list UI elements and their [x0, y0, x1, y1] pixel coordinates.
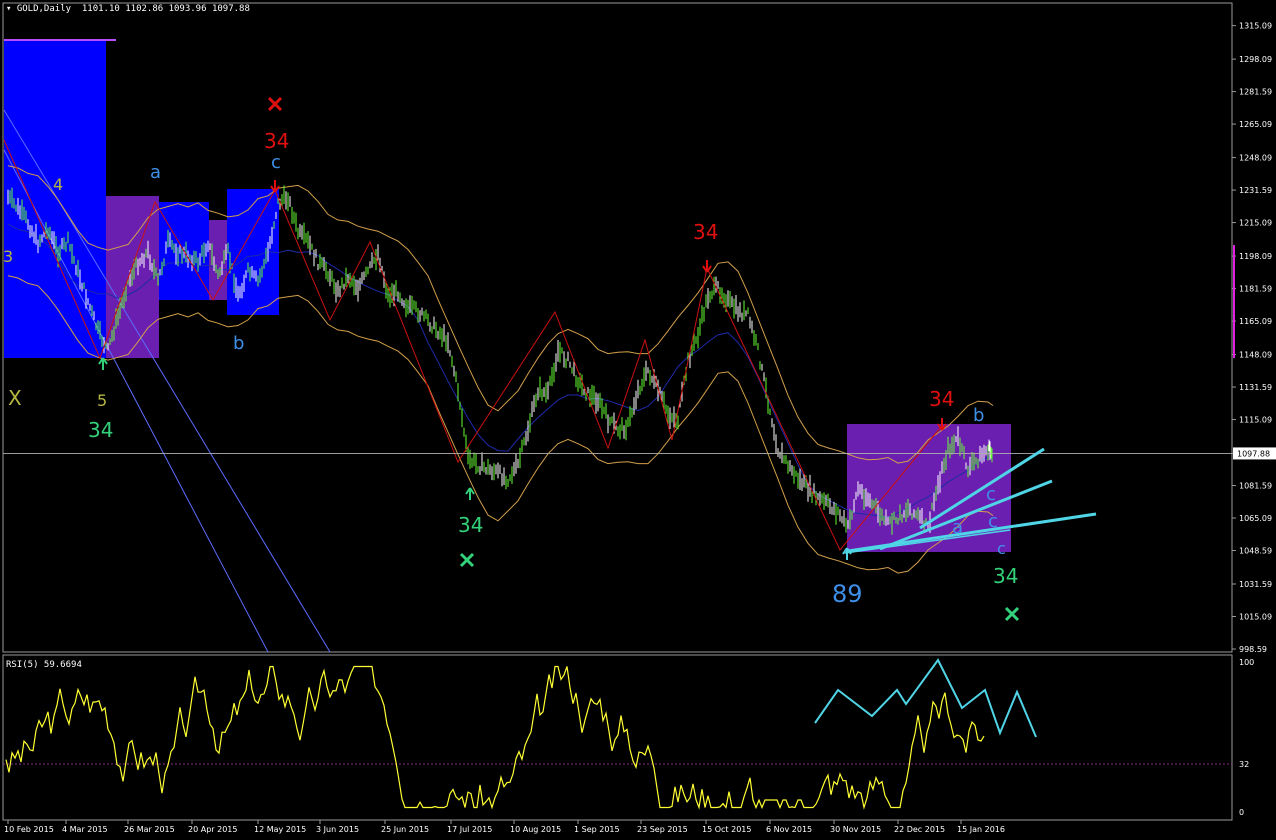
wave-label: c — [988, 511, 998, 532]
wave-label: a — [150, 162, 161, 183]
cross-marker-icon — [1004, 606, 1020, 622]
price-tick-label: 1015.09 — [1239, 613, 1272, 622]
rsi-level-label: 0 — [1239, 808, 1244, 817]
price-tick-label: 998.59 — [1239, 645, 1267, 654]
date-tick-label: 26 Mar 2015 — [124, 825, 175, 834]
price-tick-label: 1231.59 — [1239, 186, 1272, 195]
date-tick-label: 3 Jun 2015 — [316, 825, 359, 834]
date-tick-label: 20 Apr 2015 — [188, 825, 237, 834]
price-tick-label: 1248.09 — [1239, 154, 1272, 163]
price-tick-label: 1181.59 — [1239, 285, 1272, 294]
price-tick-label: 1131.59 — [1239, 383, 1272, 392]
date-tick-label: 30 Nov 2015 — [830, 825, 881, 834]
date-tick-label: 22 Dec 2015 — [894, 825, 945, 834]
date-tick-label: 25 Jun 2015 — [381, 825, 429, 834]
rsi-line — [5, 665, 985, 810]
price-tick-label: 1281.59 — [1239, 88, 1272, 97]
cross-marker-icon — [459, 552, 475, 568]
rsi-level-label: 100 — [1239, 658, 1254, 667]
date-tick-label: 6 Nov 2015 — [766, 825, 812, 834]
rsi-label: RSI(5) 59.6694 — [6, 660, 82, 670]
wave-label: 34 — [88, 418, 113, 442]
date-tick-label: 1 Sep 2015 — [574, 825, 620, 834]
rsi-level-label: 32 — [1239, 760, 1249, 769]
wave-label: b — [973, 405, 984, 426]
price-tick-label: 1081.59 — [1239, 482, 1272, 491]
open-value: 1101.10 — [81, 4, 120, 14]
wave-label: 4 — [53, 175, 63, 194]
wave-label: 3 — [3, 247, 13, 266]
date-tick-label: 12 May 2015 — [254, 825, 306, 834]
price-tick-label: 1298.09 — [1239, 55, 1272, 64]
wave-label: 34 — [458, 513, 483, 537]
price-tick-label: 1215.09 — [1239, 219, 1272, 228]
date-tick-label: 10 Feb 2015 — [4, 825, 54, 834]
cross-marker-icon — [267, 96, 283, 112]
current-price-tag-label: 1097.88 — [1237, 449, 1270, 458]
price-tick-label: 1148.09 — [1239, 351, 1272, 360]
wave-label: c — [986, 484, 996, 505]
wave-label: c — [271, 152, 281, 173]
close-value: 1097.88 — [211, 4, 250, 14]
date-tick-label: 23 Sep 2015 — [637, 825, 688, 834]
high-value: 1102.86 — [125, 4, 164, 14]
price-tick-label: 1048.59 — [1239, 547, 1272, 556]
date-tick-label: 15 Jan 2016 — [957, 825, 1005, 834]
wave-label: 34 — [929, 387, 954, 411]
price-tick-label: 1265.09 — [1239, 120, 1272, 129]
rsi-pane-frame — [2, 654, 1233, 821]
price-tick-label: 1315.09 — [1239, 22, 1272, 31]
wave-label: 89 — [832, 580, 863, 608]
wave-arrow-icon — [465, 487, 475, 500]
wave-label: X — [8, 386, 22, 410]
wave-label: b — [233, 333, 244, 354]
symbol-dropdown-icon[interactable]: ▾ — [6, 4, 17, 14]
main-pane-frame — [2, 2, 1233, 653]
wave-label: 5 — [97, 391, 107, 410]
rsi-pattern-line — [814, 658, 1037, 738]
chart-canvas[interactable]: 34X 534ab34c343434bca cc89341315.091298.09… — [0, 0, 1276, 840]
wave-label: c — [997, 539, 1006, 558]
price-tick-label: 1065.09 — [1239, 514, 1272, 523]
price-tick-label: 1198.09 — [1239, 252, 1272, 261]
wave-label: 34 — [993, 564, 1018, 588]
date-tick-label: 4 Mar 2015 — [62, 825, 108, 834]
date-tick-label: 17 Jul 2015 — [447, 825, 492, 834]
low-value: 1093.96 — [168, 4, 207, 14]
price-tick-label: 1031.59 — [1239, 580, 1272, 589]
wave-label: 34 — [264, 129, 289, 153]
chart-header: ▾ GOLD,Daily 1101.10 1102.86 1093.96 109… — [6, 4, 250, 14]
pattern-box — [4, 40, 106, 358]
price-tick-label: 1115.09 — [1239, 416, 1272, 425]
price-tick-label: 1165.09 — [1239, 317, 1272, 326]
date-tick-label: 15 Oct 2015 — [702, 825, 751, 834]
date-tick-label: 10 Aug 2015 — [510, 825, 561, 834]
wave-label: 34 — [693, 220, 718, 244]
wave-label: a — [952, 517, 963, 538]
wave-arrow-icon — [702, 260, 712, 273]
symbol-label: GOLD,Daily — [16, 4, 72, 14]
